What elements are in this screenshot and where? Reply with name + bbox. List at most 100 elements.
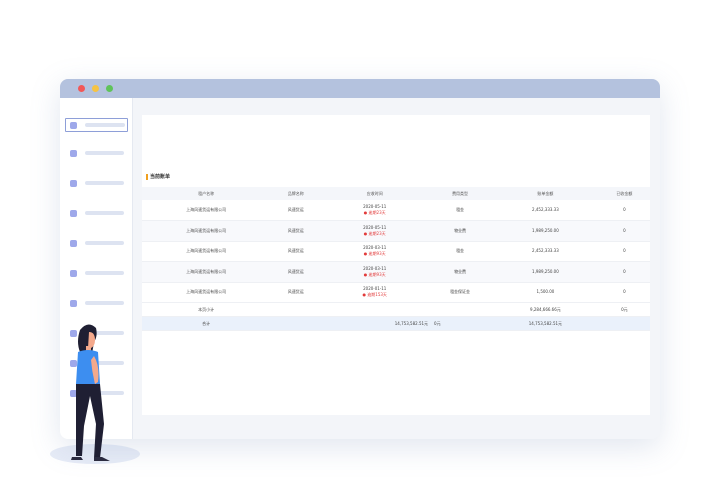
menu-square-icon (70, 299, 77, 307)
total-row: 合计 14,753,582.51元 0元 14,753,582.51元 (142, 316, 650, 331)
cell-brand: 风速货运 (270, 200, 322, 221)
overdue-badge: ● 逾期153天 (362, 292, 387, 298)
menu-square-icon (70, 149, 77, 157)
stage: 当前账单 租户名称 品牌名称 应收时间 费用类型 账单金额 已收金额 上海风速货… (0, 0, 720, 501)
empty-cell (598, 316, 650, 331)
col-header-amount[interactable]: 账单金额 (492, 187, 599, 200)
cell-brand: 风速货运 (270, 282, 322, 303)
cell-brand: 风速货运 (270, 241, 322, 262)
cell-type: 租金 (428, 241, 493, 262)
col-header-tenant[interactable]: 租户名称 (142, 187, 271, 200)
cell-type: 物业费 (428, 220, 493, 242)
section-title: 当前账单 (146, 173, 170, 180)
table-row[interactable]: 上海风速货运有限公司 风速货运 2020-01-11 ● 逾期153天 租金保证金… (142, 282, 650, 303)
sidebar-item-placeholder (85, 301, 124, 305)
sidebar-item-placeholder (85, 211, 124, 215)
main-content: 当前账单 租户名称 品牌名称 应收时间 费用类型 账单金额 已收金额 上海风速货… (142, 115, 650, 415)
menu-square-icon (70, 209, 77, 217)
cell-received: 0 (598, 282, 650, 303)
due-date: 2020-03-11 (363, 265, 387, 271)
sidebar-item-7[interactable] (70, 297, 124, 309)
sidebar-item-3[interactable] (70, 177, 124, 189)
subtotal-amount: 9,284,666.66元 (492, 302, 599, 317)
cell-received: 0 (598, 261, 650, 283)
cell-date: 2020-03-11 ● 逾期93天 (321, 261, 429, 283)
sidebar-item-5[interactable] (70, 237, 124, 249)
person-illustration (71, 324, 110, 461)
cell-tenant: 上海风速货运有限公司 (142, 261, 271, 283)
menu-square-icon (70, 239, 77, 247)
cell-type: 租金 (428, 200, 493, 221)
subtotal-received: 0元 (598, 302, 650, 317)
subtotal-row: 本页小计 9,284,666.66元 0元 (142, 302, 650, 317)
overdue-badge: ● 逾期93天 (363, 271, 386, 277)
sidebar-item-4[interactable] (70, 207, 124, 219)
cell-amount: 1,989,250.00 (492, 261, 599, 283)
cell-type: 租金保证金 (428, 282, 493, 303)
cell-amount: 2,452,333.33 (492, 241, 599, 262)
col-header-type[interactable]: 费用类型 (428, 187, 493, 200)
sidebar-item-placeholder (85, 181, 124, 185)
cell-date: 2020-03-11 ● 逾期93天 (321, 241, 429, 262)
cell-amount: 1,500.00 (492, 282, 599, 303)
sidebar-item-6[interactable] (70, 267, 124, 279)
bill-table: 租户名称 品牌名称 应收时间 费用类型 账单金额 已收金额 上海风速货运有限公司… (142, 187, 650, 331)
table-row[interactable]: 上海风速货运有限公司 风速货运 2020-03-11 ● 逾期93天 物业费 1,… (142, 261, 650, 283)
app-window: 当前账单 租户名称 品牌名称 应收时间 费用类型 账单金额 已收金额 上海风速货… (60, 79, 660, 439)
cell-date: 2020-05-11 ● 逾期23天 (321, 220, 429, 242)
cell-received: 0 (598, 220, 650, 242)
col-header-brand[interactable]: 品牌名称 (270, 187, 322, 200)
due-date: 2020-01-11 (363, 286, 387, 292)
subtotal-label: 本页小计 (142, 302, 271, 317)
minimize-window-dot[interactable] (92, 85, 99, 92)
section-title-text: 当前账单 (150, 174, 171, 180)
empty-cell (428, 302, 493, 317)
empty-cell (270, 316, 322, 331)
person-shoe-left (71, 457, 83, 460)
sidebar-item-2[interactable] (70, 147, 124, 159)
menu-square-icon (70, 121, 77, 129)
overdue-badge: ● 逾期23天 (363, 230, 386, 236)
menu-square-icon (70, 269, 77, 277)
cell-tenant: 上海风速货运有限公司 (142, 220, 271, 242)
cell-amount: 1,989,250.00 (492, 220, 599, 242)
sidebar-item-1[interactable] (65, 118, 128, 132)
table-header-row: 租户名称 品牌名称 应收时间 费用类型 账单金额 已收金额 (142, 187, 650, 200)
total-zero: 0元 (428, 316, 493, 331)
cell-received: 0 (598, 241, 650, 262)
cell-type: 物业费 (428, 261, 493, 283)
due-date: 2020-05-11 (363, 204, 387, 209)
table-row[interactable]: 上海风速货运有限公司 风速货运 2020-03-11 ● 逾期93天 租金 2,4… (142, 241, 650, 262)
sidebar-item-placeholder (85, 241, 124, 245)
total-amount-1: 14,753,582.51元 (321, 316, 429, 331)
cell-tenant: 上海风速货运有限公司 (142, 200, 271, 221)
cell-date: 2020-05-11 ● 逾期23天 (321, 200, 429, 221)
col-header-date[interactable]: 应收时间 (321, 187, 429, 200)
cell-brand: 风速货运 (270, 261, 322, 283)
col-header-received[interactable]: 已收金额 (598, 187, 650, 200)
title-accent-mark (146, 173, 148, 180)
due-date: 2020-03-11 (363, 245, 387, 251)
cell-date: 2020-01-11 ● 逾期153天 (321, 282, 429, 303)
overdue-badge: ● 逾期93天 (363, 251, 386, 257)
person-legs (76, 384, 104, 458)
overdue-badge: ● 逾期23天 (363, 210, 386, 215)
title-bar (60, 79, 660, 98)
due-date: 2020-05-11 (363, 224, 387, 230)
cell-received: 0 (598, 200, 650, 221)
cell-tenant: 上海风速货运有限公司 (142, 241, 271, 262)
close-window-dot[interactable] (78, 85, 85, 92)
person-shoe-right (94, 457, 110, 461)
cell-tenant: 上海风速货运有限公司 (142, 282, 271, 303)
cell-brand: 风速货运 (270, 220, 322, 242)
empty-cell (270, 302, 322, 317)
menu-square-icon (70, 179, 77, 187)
table-row[interactable]: 上海风速货运有限公司 风速货运 2020-05-11 ● 逾期23天 租金 2,4… (142, 200, 650, 221)
total-label: 合计 (142, 316, 271, 331)
table-row[interactable]: 上海风速货运有限公司 风速货运 2020-05-11 ● 逾期23天 物业费 1,… (142, 220, 650, 242)
sidebar-item-placeholder (85, 151, 124, 155)
maximize-window-dot[interactable] (106, 85, 113, 92)
cell-amount: 2,452,333.33 (492, 200, 599, 221)
empty-cell (321, 302, 429, 317)
sidebar-item-placeholder (85, 123, 125, 127)
